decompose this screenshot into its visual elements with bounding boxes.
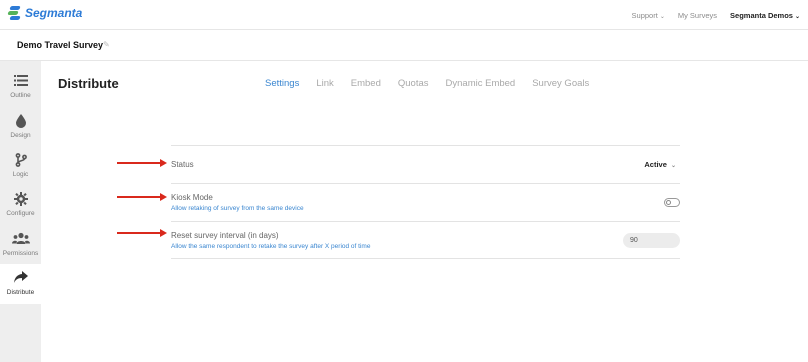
reset-interval-description: Allow the same respondent to retake the … [171,243,371,250]
topnav-links: Support ⌄ My Surveys Segmanta Demos ⌄ [619,0,800,30]
kiosk-mode-toggle[interactable] [664,198,680,207]
annotation-arrow [117,159,167,167]
page-title: Distribute [58,76,119,91]
branch-icon [0,153,41,170]
distribute-tabs: Settings Link Embed Quotas Dynamic Embed… [265,78,606,89]
logo-icon [7,5,22,21]
sidebar-item-label: Logic [12,171,29,178]
tab-settings[interactable]: Settings [265,78,299,89]
sidebar-item-label: Outline [10,92,31,99]
tab-link[interactable]: Link [316,78,333,89]
account-label: Segmanta Demos [730,10,793,20]
kiosk-mode-label: Kiosk Mode [171,193,213,202]
tab-embed[interactable]: Embed [351,78,381,89]
status-row: Status Active ⌄ [171,145,680,183]
annotation-arrow [117,229,167,237]
brand-logo[interactable]: Segmanta [7,5,83,21]
sidebar: Outline Design Logic Configure Permissio… [0,61,41,362]
status-label: Status [171,160,194,169]
sidebar-item-label: Design [10,132,31,139]
account-menu[interactable]: Segmanta Demos ⌄ [730,11,800,20]
list-icon [0,74,41,91]
tab-dynamic-embed[interactable]: Dynamic Embed [446,78,516,89]
survey-title: Demo Travel Survey [17,40,104,50]
chevron-down-icon: ⌄ [670,163,676,169]
reset-interval-label: Reset survey interval (in days) [171,231,279,240]
sidebar-item-distribute[interactable]: Distribute [0,264,41,304]
my-surveys-link[interactable]: My Surveys [678,11,717,20]
survey-title-bar: Demo Travel Survey ✎ [0,30,808,61]
sidebar-item-label: Permissions [2,250,39,257]
sidebar-item-design[interactable]: Design [0,107,41,146]
top-navbar: Segmanta Support ⌄ My Surveys Segmanta De… [0,0,808,30]
share-arrow-icon [0,271,41,288]
sidebar-item-label: Distribute [6,289,35,296]
settings-panel: Status Active ⌄ Kiosk Mode Allow retakin… [171,145,680,259]
status-value: Active [644,160,667,169]
brand-name: Segmanta [25,6,83,20]
sidebar-item-logic[interactable]: Logic [0,146,41,185]
droplet-icon [0,114,41,131]
reset-interval-row: Reset survey interval (in days) Allow th… [171,221,680,259]
chevron-down-icon: ⌄ [659,13,665,20]
support-label: Support [631,10,658,20]
sidebar-item-label: Configure [6,210,35,217]
people-icon [0,232,41,249]
reset-interval-input[interactable] [623,233,680,248]
edit-pencil-icon[interactable]: ✎ [103,40,110,49]
toggle-knob [666,200,671,205]
tab-quotas[interactable]: Quotas [398,78,429,89]
tab-survey-goals[interactable]: Survey Goals [532,78,589,89]
sidebar-item-permissions[interactable]: Permissions [0,225,41,264]
kiosk-mode-row: Kiosk Mode Allow retaking of survey from… [171,183,680,221]
sidebar-item-outline[interactable]: Outline [0,67,41,106]
chevron-down-icon: ⌄ [794,13,800,20]
status-dropdown[interactable]: Active ⌄ [644,160,676,169]
gear-icon [0,192,41,209]
sidebar-item-configure[interactable]: Configure [0,185,41,224]
kiosk-mode-description: Allow retaking of survey from the same d… [171,205,304,212]
support-menu[interactable]: Support ⌄ [632,11,665,20]
annotation-arrow [117,193,167,201]
